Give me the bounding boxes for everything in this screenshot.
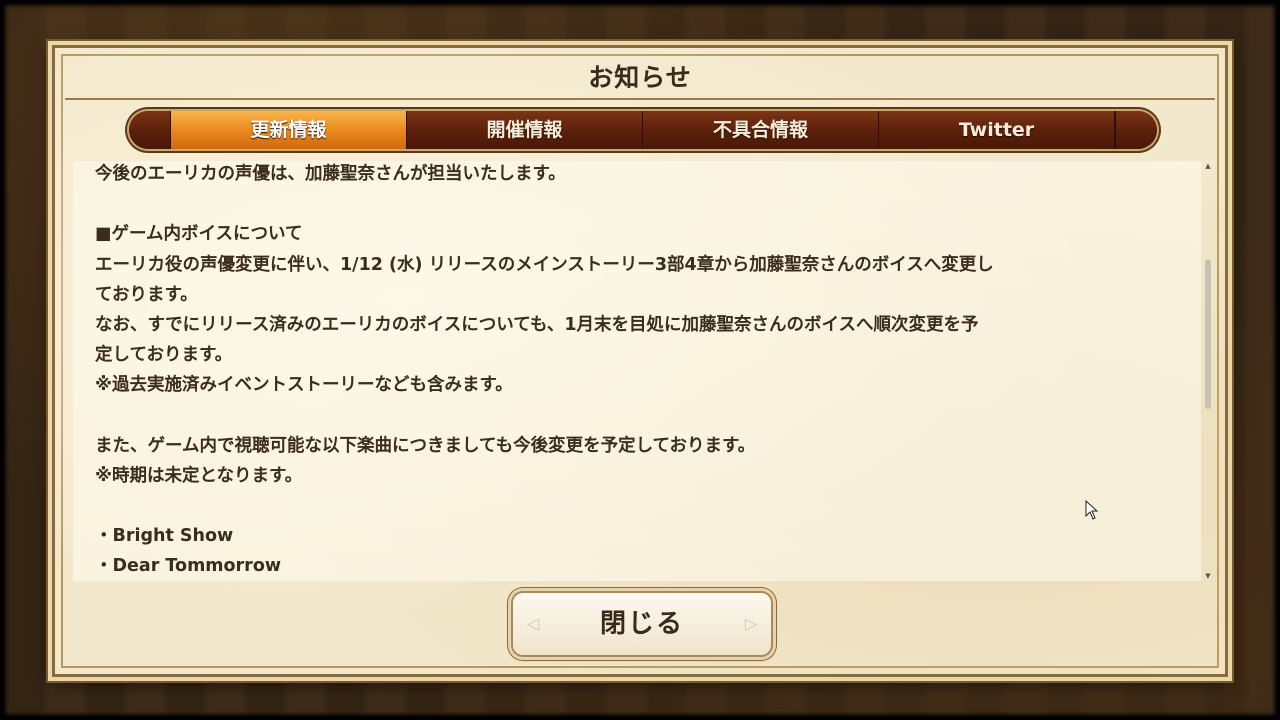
mouse-cursor-icon bbox=[1085, 500, 1099, 520]
notice-body: 今後のエーリカの声優は、加藤聖奈さんが担当いたします。 ■ゲーム内ボイスについてエ… bbox=[95, 161, 1185, 581]
notice-line: ※過去実施済みイベントストーリーなども含みます。 bbox=[95, 375, 513, 396]
scroll-thumb[interactable] bbox=[1205, 259, 1211, 409]
dialog-title-bar: お知らせ bbox=[65, 58, 1215, 100]
left-ornament-icon: ◁ bbox=[526, 614, 540, 633]
tab-bar-left-cap bbox=[129, 111, 171, 149]
notice-line: ております。 bbox=[95, 284, 198, 305]
tab-bug-reports[interactable]: 不具合情報 bbox=[643, 111, 879, 149]
notice-line: エーリカ役の声優変更に伴い、1/12 (水) リリースのメインストーリー3部4章… bbox=[95, 254, 994, 275]
tab-events[interactable]: 開催情報 bbox=[407, 111, 643, 149]
game-screen: お知らせ 更新情報 開催情報 不具合情報 Twitter 今後のエーリカの声優は… bbox=[0, 0, 1280, 720]
notice-line bbox=[95, 189, 1185, 219]
notice-line: ・Dear Tommorrow bbox=[95, 556, 282, 577]
notice-line: ・Bright Show bbox=[95, 526, 234, 547]
scroll-down-arrow-icon[interactable]: ▼ bbox=[1203, 571, 1213, 581]
tab-bar-right-cap bbox=[1115, 111, 1157, 149]
notice-line: 今後のエーリカの声優は、加藤聖奈さんが担当いたします。 bbox=[95, 164, 566, 184]
dialog-title: お知らせ bbox=[588, 63, 692, 92]
notice-line bbox=[95, 401, 1185, 431]
notice-line bbox=[95, 491, 1185, 521]
notice-content-area[interactable]: 今後のエーリカの声優は、加藤聖奈さんが担当いたします。 ■ゲーム内ボイスについてエ… bbox=[73, 161, 1201, 581]
content-scrollbar[interactable]: ▲ ▼ bbox=[1203, 161, 1213, 581]
notice-dialog: お知らせ 更新情報 開催情報 不具合情報 Twitter 今後のエーリカの声優は… bbox=[52, 45, 1228, 677]
scroll-up-arrow-icon[interactable]: ▲ bbox=[1203, 161, 1213, 171]
tab-updates[interactable]: 更新情報 bbox=[171, 111, 407, 149]
notice-line: ■ゲーム内ボイスについて bbox=[95, 224, 303, 245]
scroll-track[interactable] bbox=[1205, 173, 1211, 569]
notice-line: 定しております。 bbox=[95, 345, 233, 366]
notice-line: なお、すでにリリース済みのエーリカのボイスについても、1月末を目処に加藤聖奈さん… bbox=[95, 314, 979, 335]
tab-twitter[interactable]: Twitter bbox=[879, 111, 1115, 149]
notice-tab-bar: 更新情報 開催情報 不具合情報 Twitter bbox=[129, 111, 1157, 149]
close-button[interactable]: ◁ 閉じる ▷ bbox=[513, 593, 771, 655]
close-button-label: 閉じる bbox=[599, 609, 684, 639]
notice-line: ※時期は未定となります。 bbox=[95, 465, 303, 486]
notice-line: また、ゲーム内で視聴可能な以下楽曲につきましても今後変更を予定しております。 bbox=[95, 435, 756, 456]
right-ornament-icon: ▷ bbox=[744, 614, 758, 633]
